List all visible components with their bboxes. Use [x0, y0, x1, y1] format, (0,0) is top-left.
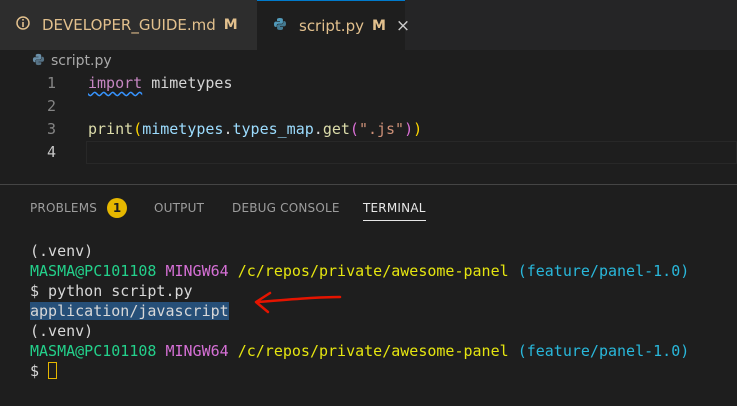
breadcrumb-file[interactable]: script.py	[51, 53, 112, 69]
python-icon	[273, 17, 287, 35]
active-tab-indicator	[363, 220, 426, 221]
terminal-line: (.venv)	[30, 242, 94, 260]
code-line-4: 4	[0, 141, 737, 164]
prompt-path: /c/repos/private/awesome-panel	[237, 262, 509, 280]
problems-count-badge: 1	[107, 198, 128, 218]
punct-token: .	[223, 120, 233, 138]
tab-label: DEVELOPER_GUIDE.md	[42, 16, 216, 34]
code-editor[interactable]: 1 import mimetypes 2 3 print(mimetypes.t…	[0, 72, 737, 184]
prompt-symbol: $	[30, 362, 40, 380]
modified-indicator: M	[371, 17, 386, 34]
command-output-selected: application/javascript	[30, 302, 229, 320]
prompt-user: MASMA@PC101108	[30, 262, 157, 280]
terminal-line: application/javascript	[30, 301, 689, 321]
prompt-branch: (feature/panel-1.0)	[517, 342, 690, 360]
panel-tab-bar: PROBLEMS 1 OUTPUT DEBUG CONSOLE TERMINAL	[0, 185, 737, 231]
terminal-line: (.venv)	[30, 322, 94, 340]
code-line-2: 2	[0, 95, 737, 118]
tab-debug-console[interactable]: DEBUG CONSOLE	[232, 185, 340, 231]
annotation-arrow-icon	[254, 291, 342, 314]
terminal-output[interactable]: (.venv) MASMA@PC101108 MINGW64 /c/repos/…	[30, 241, 689, 381]
tab-label: script.py	[299, 16, 364, 35]
tab-label: DEBUG CONSOLE	[232, 201, 340, 215]
prompt-system: MINGW64	[165, 262, 229, 280]
bracket-token: )	[413, 120, 423, 138]
prompt-path: /c/repos/private/awesome-panel	[237, 342, 509, 360]
prompt-branch: (feature/panel-1.0)	[517, 262, 690, 280]
tab-problems[interactable]: PROBLEMS 1	[30, 185, 128, 231]
terminal-command: $ python script.py	[30, 282, 193, 300]
tab-script-py[interactable]: script.py M ×	[257, 0, 410, 50]
tab-label: PROBLEMS	[30, 201, 98, 215]
bracket-token: (	[133, 120, 143, 138]
tab-label: OUTPUT	[154, 201, 205, 215]
line-number: 1	[46, 74, 56, 92]
code-text: print(mimetypes.types_map.get(".js"))	[88, 118, 422, 141]
function-token: print	[88, 120, 134, 138]
module-token: mimetypes	[151, 74, 233, 92]
code-line-1: 1 import mimetypes	[0, 72, 737, 95]
tab-label: TERMINAL	[363, 201, 426, 215]
bracket-token: (	[349, 120, 359, 138]
line-number: 4	[46, 143, 56, 161]
editor-tab-bar: DEVELOPER_GUIDE.md M script.py M ×	[0, 0, 737, 50]
prompt-user: MASMA@PC101108	[30, 342, 157, 360]
terminal-prompt-line: $	[30, 361, 689, 381]
terminal-line: MASMA@PC101108 MINGW64 /c/repos/private/…	[30, 261, 689, 281]
code-text: import mimetypes	[88, 72, 233, 95]
keyword-token: import	[88, 74, 143, 92]
punct-token: .	[313, 120, 323, 138]
info-icon	[16, 16, 30, 34]
breadcrumb: script.py	[0, 50, 737, 72]
tab-terminal[interactable]: TERMINAL	[363, 185, 426, 231]
code-line-3: 3 print(mimetypes.types_map.get(".js"))	[0, 118, 737, 141]
tab-output[interactable]: OUTPUT	[154, 185, 204, 231]
bottom-panel: PROBLEMS 1 OUTPUT DEBUG CONSOLE TERMINAL…	[0, 184, 737, 406]
terminal-cursor	[48, 362, 58, 379]
line-number: 3	[46, 120, 56, 138]
identifier-token: types_map	[232, 120, 314, 138]
tab-developer-guide[interactable]: DEVELOPER_GUIDE.md M	[0, 0, 257, 50]
identifier-token: mimetypes	[142, 120, 224, 138]
close-icon[interactable]: ×	[396, 16, 410, 36]
function-token: get	[322, 120, 350, 138]
line-number: 2	[46, 97, 56, 115]
prompt-system: MINGW64	[165, 342, 229, 360]
string-token: ".js"	[358, 120, 405, 138]
bracket-token: )	[404, 120, 414, 138]
modified-indicator: M	[223, 17, 238, 33]
python-icon	[32, 53, 45, 70]
terminal-line: MASMA@PC101108 MINGW64 /c/repos/private/…	[30, 341, 689, 361]
